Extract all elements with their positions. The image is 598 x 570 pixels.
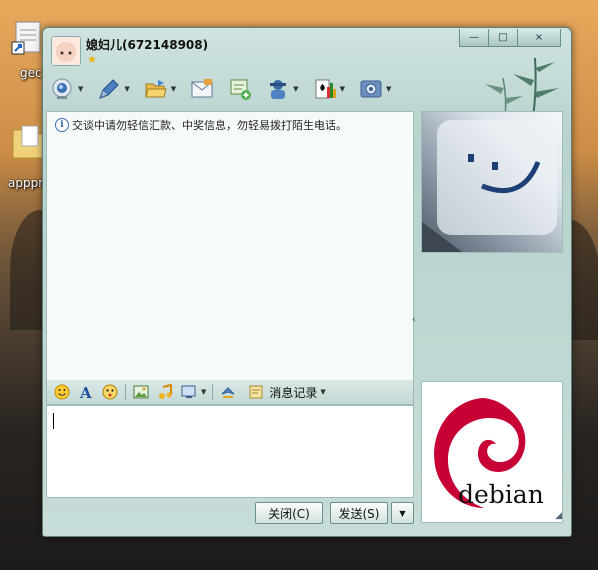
settings-icon [359,77,383,101]
magic-face-icon[interactable] [101,383,119,401]
input-toolbar: A ▼ 消息记录 ▼ [46,380,414,405]
mail-icon [190,77,214,101]
remote-assist-button[interactable]: ▼ [266,77,299,101]
history-icon [247,383,265,401]
user-service-icon [266,77,290,101]
settings-button[interactable]: ▼ [359,77,391,101]
folder-icon [144,77,168,101]
close-window-button[interactable]: × [517,29,561,47]
send-options-button[interactable]: ▼ [391,502,414,524]
title-bar[interactable]: 媳妇儿(672148908) ★ — □ × [43,28,571,119]
chat-history[interactable]: i 交谈中请勿轻信汇款、中奖信息，勿轻易拨打陌生电话。 [46,111,414,381]
font-icon[interactable]: A [77,383,95,401]
minimize-button[interactable]: — [459,29,489,47]
voice-call-button[interactable]: ▼ [97,77,130,101]
message-history-label: 消息记录 [269,385,318,400]
text-caret [53,413,54,429]
microphone-icon [97,77,121,101]
collapse-sidebar-handle[interactable]: ‹ [412,315,418,325]
message-input[interactable] [46,405,414,498]
info-icon: i [55,118,69,132]
star-icon: ★ [87,53,97,66]
gec-shortcut-icon[interactable] [10,20,46,56]
security-notice-text: 交谈中请勿轻信汇款、中奖信息，勿轻易拨打陌生电话。 [72,119,347,132]
spade-card-icon [313,77,337,101]
my-show-image[interactable]: debian [421,381,563,523]
resize-grip[interactable]: ◢ [555,511,562,521]
add-chat-icon [228,77,252,101]
bottom-button-bar: 关闭(C) 发送(S) ▼ [46,502,414,524]
emoji-icon[interactable] [53,383,71,401]
main-toolbar: ▼ ▼ ▼ ▼ ▼ ▼ [51,74,405,104]
qq-chat-window: 媳妇儿(672148908) ★ — □ × ▼ ▼ ▼ ▼ ▼ ▼ i 交谈中… [42,27,572,537]
toolbar-divider [125,384,126,400]
webcam-icon [51,77,75,101]
contact-name: 媳妇儿(672148908) [86,38,209,52]
send-email-button[interactable] [190,77,214,101]
contact-avatar[interactable] [51,36,81,66]
contact-show-image[interactable] [421,111,563,253]
apppro-folder-icon[interactable] [10,122,46,159]
maximize-button[interactable]: □ [488,29,518,47]
bamboo-decoration-icon [485,57,559,119]
message-history-button[interactable]: 消息记录 ▼ [247,383,326,401]
security-notice: i 交谈中请勿轻信汇款、中奖信息，勿轻易拨打陌生电话。 [55,117,347,133]
video-call-button[interactable]: ▼ [51,77,83,101]
screenshot-dropdown-arrow[interactable]: ▼ [201,388,206,396]
close-button[interactable]: 关闭(C) [255,502,323,524]
music-icon[interactable] [156,383,174,401]
svg-text:A: A [79,384,92,400]
debian-logo-text: debian [458,480,544,509]
side-panel: debian ◢ [419,111,564,523]
send-file-button[interactable]: ▼ [144,77,176,101]
screenshot-icon[interactable] [180,383,198,401]
image-icon[interactable] [132,383,150,401]
games-button[interactable]: ▼ [313,77,345,101]
shake-icon[interactable] [219,383,237,401]
create-group-button[interactable] [228,77,252,101]
send-button[interactable]: 发送(S) [330,502,388,524]
toolbar-divider [212,384,214,400]
gec-shortcut-label: gec [20,66,42,80]
chevron-down-icon: ▼ [320,388,326,396]
